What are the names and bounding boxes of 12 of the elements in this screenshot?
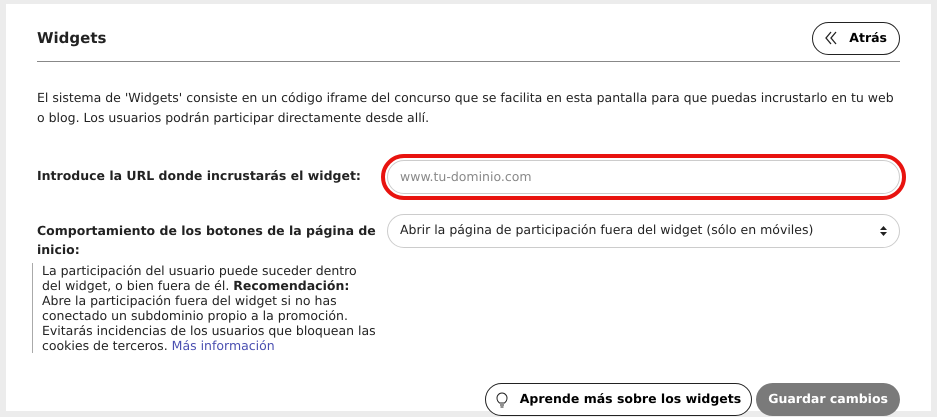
field-label: Introduce la URL donde incrustarás el widget: bbox=[37, 167, 362, 186]
more-info-link[interactable]: Más información bbox=[172, 338, 275, 354]
page-title: Widgets bbox=[37, 28, 106, 50]
field-label: Comportamiento de los botones de la página de inicio: bbox=[37, 222, 377, 258]
double-chevron-icon bbox=[825, 31, 838, 46]
learn-more-button[interactable]: Aprende más sobre los widgets bbox=[484, 383, 752, 416]
sort-caret-icon bbox=[880, 226, 887, 236]
lightbulb-icon bbox=[496, 392, 508, 408]
behavior-select[interactable]: Abrir la página de participación fuera del widget (sólo en móviles) bbox=[387, 214, 900, 248]
description-text: El sistema de 'Widgets' consiste en un código iframe del concurso que se facilita en esta pantalla para que puedas incrustarlo en tu web o blog. Los usuarios podrán participar directamente desde allí. bbox=[37, 88, 895, 127]
back-button[interactable]: Atrás bbox=[812, 22, 900, 55]
help-text: La participación del usuario puede suceder dentro del widget, o bien fuera de él. Recomendación: Abre la participación fuera del widget si no has conectado un subdominio propio a la promoción. Evitarás incidencias de los usuarios que bloquean las cookies de terceros. Más información bbox=[32, 263, 377, 354]
